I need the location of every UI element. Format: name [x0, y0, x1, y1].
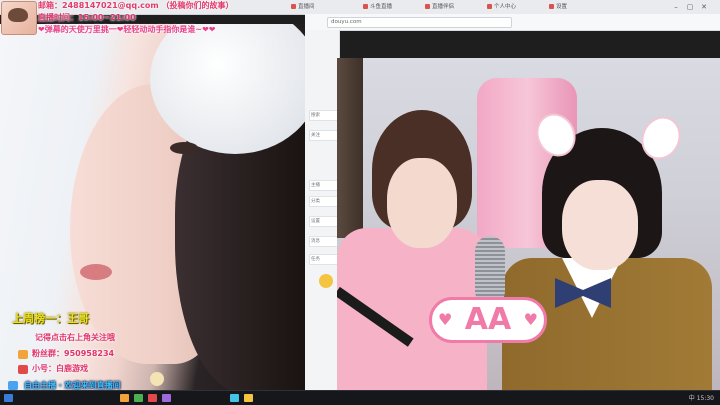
app-icon[interactable]: [120, 394, 129, 402]
fan-group-text: 粉丝群：950958234: [32, 349, 115, 358]
sidebar-item[interactable]: 关注: [309, 130, 338, 141]
fan-group-icon: [18, 350, 28, 359]
maximize-icon[interactable]: ▢: [684, 0, 696, 14]
ranking-text: 上周榜一：王哥: [12, 312, 89, 325]
person-right-face-graphic: [562, 180, 638, 270]
lips-graphic: [80, 264, 112, 280]
sidebar-item[interactable]: 分类: [309, 196, 338, 207]
email-text: 邮箱：2488147021@qq.com （投稿你们的故事）: [38, 1, 234, 10]
person-left-face-graphic: [387, 158, 457, 248]
eye-graphic: [170, 142, 198, 154]
sidebar-item[interactable]: 消息: [309, 236, 338, 247]
streamer-info: 邮箱：2488147021@qq.com （投稿你们的故事） 直播时间：15:0…: [0, 0, 305, 36]
qq-icon: [18, 365, 28, 374]
app-icon[interactable]: [230, 394, 239, 402]
address-bar: douyu.com: [305, 14, 720, 31]
browser-tab[interactable]: 斗鱼直播: [362, 1, 430, 13]
shelf-graphic: [337, 58, 363, 238]
browser-tab[interactable]: 直播伴侣: [424, 1, 492, 13]
sidebar-item[interactable]: 任务: [309, 254, 338, 265]
app-icon[interactable]: [162, 394, 171, 402]
browser-sidebar: 搜索 关注 主播 分类 设置 消息 任务: [305, 30, 340, 390]
pet-icon: [150, 372, 164, 386]
app-icon[interactable]: [244, 394, 253, 402]
start-icon[interactable]: [4, 394, 13, 402]
browser-tab[interactable]: 个人中心: [486, 1, 554, 13]
sidebar-item[interactable]: 主播: [309, 180, 338, 191]
live-icon: [8, 381, 18, 390]
close-icon[interactable]: ✕: [698, 0, 710, 14]
sidebar-item[interactable]: 设置: [309, 216, 338, 227]
browser-tab[interactable]: 设置: [548, 1, 606, 13]
sidebar-item[interactable]: 搜索: [309, 110, 338, 121]
stream-video: ♥ AA ♥: [337, 58, 720, 390]
aa-badge-text: AA: [464, 302, 512, 337]
notification-dot-icon[interactable]: [319, 274, 333, 288]
schedule-text: 直播时间：15:00~21:00: [38, 13, 136, 22]
qq-text: 小号：白鹿游戏: [32, 364, 88, 373]
taskbar: 中 15:30: [0, 390, 720, 405]
heart-icon: ♥: [438, 310, 453, 329]
system-tray[interactable]: 中 15:30: [689, 393, 714, 402]
aa-badge: ♥ AA ♥: [429, 297, 547, 343]
app-icon[interactable]: [148, 394, 157, 402]
slogan-text: ❤弹幕的天使万里挑一❤轻轻动动手指你是谁~❤❤: [38, 25, 216, 34]
follow-hint-text: 记得点击右上角关注哦: [35, 333, 115, 342]
microphone-graphic: [475, 236, 505, 306]
heart-icon: ♥: [523, 310, 538, 329]
app-icon[interactable]: [134, 394, 143, 402]
minimize-icon[interactable]: –: [670, 0, 682, 14]
address-input[interactable]: douyu.com: [327, 17, 512, 28]
avatar: [1, 1, 37, 35]
